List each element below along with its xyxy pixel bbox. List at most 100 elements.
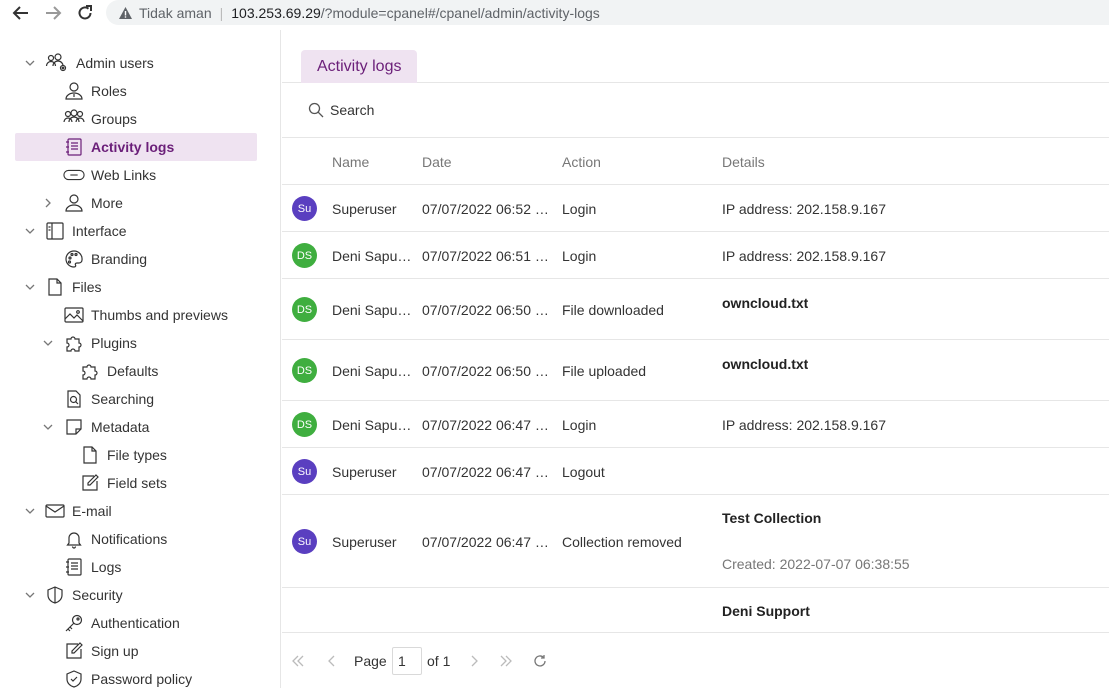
sidebar-item-web-links[interactable]: Web Links <box>63 161 156 189</box>
sidebar-item-admin-users[interactable]: Admin users <box>24 49 154 77</box>
table-row[interactable]: Su Superuser 07/07/2022 06:47 … Collecti… <box>282 495 1109 588</box>
avatar: DS <box>292 243 317 268</box>
edit-icon <box>63 640 85 662</box>
table-row[interactable]: Su Superuser 07/07/2022 06:47 … Logout <box>282 448 1109 495</box>
url-host: 103.253.69.29 <box>231 4 321 21</box>
chevron-down-icon[interactable] <box>42 421 54 433</box>
chevron-down-icon[interactable] <box>24 505 36 517</box>
security-label: Tidak aman <box>139 4 212 21</box>
prev-page-button[interactable] <box>324 653 340 669</box>
sidebar-item-sign-up[interactable]: Sign up <box>63 637 138 665</box>
sidebar-item-label: Roles <box>91 83 127 99</box>
sidebar-item-searching[interactable]: Searching <box>63 385 154 413</box>
search-label[interactable]: Search <box>330 102 374 118</box>
sidebar-item-interface[interactable]: Interface <box>24 217 126 245</box>
mail-icon <box>44 500 66 522</box>
table-row[interactable]: DS Deni Sapu… 07/07/2022 06:50 … File up… <box>282 340 1109 401</box>
sidebar-item-label: Logs <box>91 559 122 575</box>
sidebar-item-label: Defaults <box>107 363 159 379</box>
chevron-right-icon[interactable] <box>42 197 54 209</box>
sidebar-item-label: Web Links <box>91 167 157 183</box>
chevron-down-icon[interactable] <box>24 225 36 237</box>
sidebar-item-more[interactable]: More <box>42 189 123 217</box>
url-path: /?module=cpanel#/cpanel/admin/activity-l… <box>320 4 600 21</box>
avatar: DS <box>292 297 317 322</box>
first-page-button[interactable] <box>290 653 306 669</box>
back-button[interactable] <box>10 2 32 24</box>
sidebar-item-files[interactable]: Files <box>24 273 102 301</box>
address-bar[interactable]: Tidak aman | 103.253.69.29 /?module=cpan… <box>106 0 1109 25</box>
table-row[interactable]: DS Deni Sapu… 07/07/2022 06:47 … Login I… <box>282 401 1109 448</box>
sidebar-item-groups[interactable]: Groups <box>63 105 137 133</box>
column-header-action[interactable]: Action <box>562 154 601 170</box>
sidebar-item-thumbs-previews[interactable]: Thumbs and previews <box>63 301 228 329</box>
sidebar-item-label: Searching <box>91 391 155 407</box>
sidebar-item-logs[interactable]: Logs <box>63 553 121 581</box>
sidebar-item-field-sets[interactable]: Field sets <box>79 469 167 497</box>
last-page-button[interactable] <box>498 653 514 669</box>
puzzle-icon <box>79 360 101 382</box>
sidebar-item-password-policy[interactable]: Password policy <box>63 665 192 688</box>
row-action: Login <box>562 201 597 217</box>
row-details-secondary: Created: 2022-07-07 06:38:55 <box>722 556 910 572</box>
sidebar-item-label: Interface <box>72 223 127 239</box>
image-icon <box>63 304 85 326</box>
shield-icon <box>44 584 66 606</box>
tab-activity-logs[interactable]: Activity logs <box>301 50 418 83</box>
sidebar-item-file-types[interactable]: File types <box>79 441 167 469</box>
page-label: Page <box>354 653 387 669</box>
sidebar-item-security[interactable]: Security <box>24 581 123 609</box>
chevron-down-icon[interactable] <box>24 589 36 601</box>
settings-sidebar: Admin users Roles Groups Activity logs W… <box>0 30 281 688</box>
pagination-bar: Page of 1 <box>282 632 1109 688</box>
chevron-right-icon <box>471 655 478 667</box>
row-date: 07/07/2022 06:51 … <box>422 248 549 264</box>
url-separator: | <box>219 4 224 21</box>
next-page-button[interactable] <box>466 653 482 669</box>
file-search-icon <box>63 388 85 410</box>
sidebar-item-roles[interactable]: Roles <box>63 77 127 105</box>
page-count-label: of 1 <box>427 653 451 669</box>
row-date: 07/07/2022 06:52 … <box>422 201 549 217</box>
sidebar-item-defaults[interactable]: Defaults <box>79 357 158 385</box>
sidebar-item-label: Thumbs and previews <box>91 307 228 323</box>
sidebar-item-plugins[interactable]: Plugins <box>42 329 137 357</box>
row-details: Deni Support <box>722 603 810 619</box>
row-date: 07/07/2022 06:50 … <box>422 363 549 379</box>
sidebar-item-activity-logs[interactable]: Activity logs <box>15 133 257 161</box>
column-header-details[interactable]: Details <box>722 154 765 170</box>
table-row[interactable]: Deni Support <box>282 588 1109 632</box>
group-icon <box>63 108 85 130</box>
sidebar-item-email[interactable]: E-mail <box>24 497 112 525</box>
row-name: Deni Sapu… <box>332 417 412 433</box>
avatar: Su <box>292 459 317 484</box>
table-row[interactable]: Su Superuser 07/07/2022 06:52 … Login IP… <box>282 185 1109 232</box>
row-name: Superuser <box>332 464 397 480</box>
refresh-button[interactable] <box>532 653 548 669</box>
search-bar[interactable]: Search <box>282 83 1109 138</box>
chevron-down-icon[interactable] <box>24 281 36 293</box>
row-action: File downloaded <box>562 302 664 318</box>
shield-check-icon <box>63 668 85 688</box>
chevron-down-icon[interactable] <box>24 57 36 69</box>
row-name: Superuser <box>332 201 397 217</box>
column-header-name[interactable]: Name <box>332 154 369 170</box>
table-row[interactable]: DS Deni Sapu… 07/07/2022 06:50 … File do… <box>282 279 1109 340</box>
chevron-down-icon[interactable] <box>42 337 54 349</box>
table-row[interactable]: DS Deni Sapu… 07/07/2022 06:51 … Login I… <box>282 232 1109 279</box>
bell-icon <box>63 528 85 550</box>
sidebar-item-notifications[interactable]: Notifications <box>63 525 167 553</box>
row-details: owncloud.txt <box>722 356 809 372</box>
forward-button[interactable] <box>42 2 64 24</box>
reload-button[interactable] <box>74 2 96 24</box>
sidebar-item-label: Security <box>72 587 123 603</box>
row-action: Collection removed <box>562 534 682 550</box>
page-number-input[interactable] <box>392 647 422 675</box>
sidebar-item-label: Sign up <box>91 643 139 659</box>
sidebar-item-authentication[interactable]: Authentication <box>63 609 180 637</box>
sidebar-item-metadata[interactable]: Metadata <box>42 413 149 441</box>
column-header-date[interactable]: Date <box>422 154 452 170</box>
activity-log-table: Name Date Action Details Su Superuser 07… <box>282 138 1109 632</box>
sidebar-item-label: Groups <box>91 111 137 127</box>
sidebar-item-branding[interactable]: Branding <box>63 245 147 273</box>
